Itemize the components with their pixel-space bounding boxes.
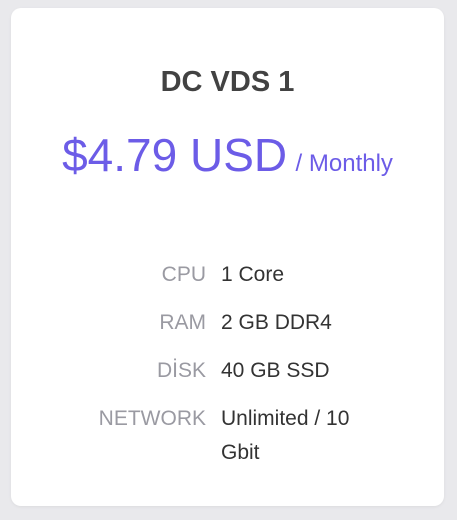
price-row: $4.79 USD / Monthly xyxy=(11,128,444,182)
spec-row-disk: DİSK 40 GB SSD xyxy=(11,354,444,388)
spec-label: RAM xyxy=(159,311,206,334)
spec-value: 2 GB DDR4 xyxy=(221,311,332,334)
spec-value: 40 GB SSD xyxy=(221,359,330,382)
spec-label: NETWORK xyxy=(98,407,206,430)
spec-value: Unlimited / 10 Gbit xyxy=(221,407,350,464)
billing-period: / Monthly xyxy=(295,150,393,177)
spec-list: CPU 1 Core RAM 2 GB DDR4 DİSK 40 GB SSD … xyxy=(11,258,444,484)
plan-price: $4.79 USD xyxy=(62,129,288,181)
spec-label: CPU xyxy=(161,263,206,286)
spec-row-ram: RAM 2 GB DDR4 xyxy=(11,306,444,340)
plan-title: DC VDS 1 xyxy=(160,66,295,98)
spec-value: 1 Core xyxy=(221,263,285,286)
spec-row-network: NETWORK Unlimited / 10 Gbit xyxy=(11,402,444,470)
pricing-card: DC VDS 1 $4.79 USD / Monthly CPU 1 Core … xyxy=(11,8,444,506)
spec-row-cpu: CPU 1 Core xyxy=(11,258,444,292)
spec-label: DİSK xyxy=(156,359,206,382)
